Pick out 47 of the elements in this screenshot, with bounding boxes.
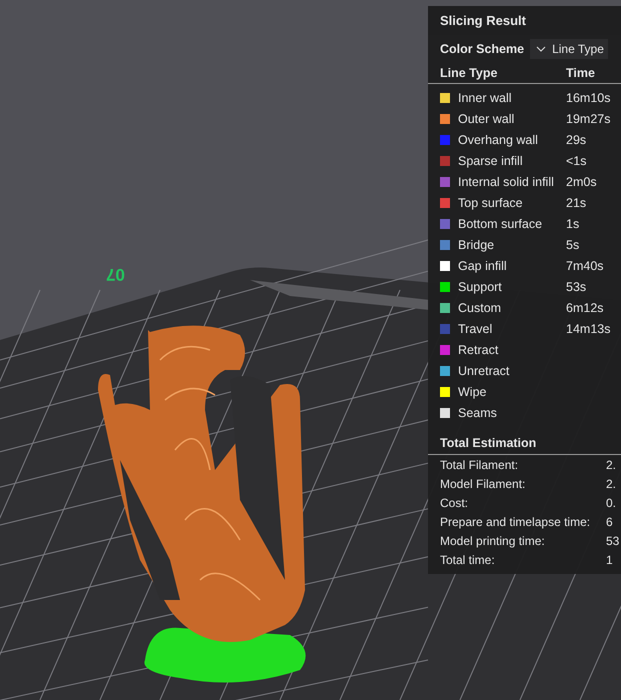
line-type-time: 29s	[566, 132, 588, 146]
line-type-name: Wipe	[458, 384, 488, 398]
line-type-time: 16m10s	[566, 90, 612, 104]
line-type-time: <1s	[566, 154, 588, 168]
line-type-time: 7m40s	[566, 258, 605, 272]
estimation-value: 2.	[606, 476, 618, 490]
line-type-name: Inner wall	[458, 90, 512, 104]
line-type-name: Travel	[458, 322, 494, 336]
column-header: Time	[566, 66, 596, 80]
estimation-label: Prepare and timelapse time:	[440, 514, 592, 528]
plate-number: 07	[106, 264, 125, 284]
line-type-name: Bridge	[458, 238, 496, 252]
line-type-time: 14m13s	[566, 322, 612, 336]
estimation-label: Cost:	[440, 496, 470, 510]
color-scheme-label: Color Scheme	[440, 42, 524, 56]
estimation-title: Total Estimation	[428, 436, 621, 455]
line-type-name: Overhang wall	[458, 132, 539, 146]
estimation-value: 53	[606, 534, 620, 548]
chevron-down-icon	[536, 46, 546, 52]
line-type-name: Custom	[458, 300, 502, 314]
line-type-name: Internal solid infill	[458, 174, 555, 188]
estimation-label: Total Filament:	[440, 458, 520, 472]
line-type-name: Gap infill	[458, 258, 508, 272]
estimation-label: Model Filament:	[440, 476, 526, 490]
line-type-name: Unretract	[458, 364, 510, 378]
estimation-value: 1	[606, 552, 614, 566]
line-type-time: 5s	[566, 238, 580, 252]
line-type-name: Outer wall	[458, 112, 516, 126]
line-type-time: 2m0s	[566, 174, 598, 188]
line-type-time: 53s	[566, 280, 588, 294]
line-type-name: Seams	[458, 406, 498, 420]
line-type-name: Sparse infill	[458, 154, 524, 168]
estimation-value: 2.	[606, 458, 618, 472]
estimation-value: 6	[606, 514, 614, 528]
line-type-time: 19m27s	[566, 112, 612, 126]
line-type-time: 21s	[566, 196, 588, 210]
line-type-time: 6m12s	[566, 300, 605, 314]
estimation-label: Model printing time:	[440, 534, 546, 548]
line-type-name: Bottom surface	[458, 216, 544, 230]
line-type-time: 1s	[566, 216, 580, 230]
estimation-label: Total time:	[440, 552, 496, 566]
line-type-name: Top surface	[458, 196, 524, 210]
estimation-value: 0.	[606, 496, 618, 510]
color-scheme-dropdown[interactable]: Line Type	[530, 39, 608, 59]
column-header: Line Type	[440, 66, 498, 80]
line-type-name: Support	[458, 280, 503, 294]
line-type-name: Retract	[458, 342, 500, 356]
